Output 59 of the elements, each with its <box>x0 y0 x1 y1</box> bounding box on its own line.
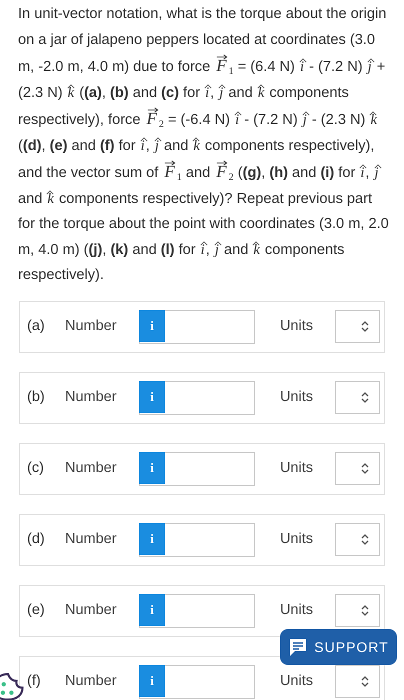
hat-icon <box>46 190 54 194</box>
updown-icon <box>361 463 369 474</box>
part-label: (b) <box>27 388 46 407</box>
part-label: (f) <box>27 672 42 691</box>
info-button[interactable]: i <box>139 380 165 412</box>
hat-icon <box>256 84 265 88</box>
info-button[interactable]: i <box>139 664 165 696</box>
units-dropdown[interactable] <box>335 594 380 627</box>
part-label: (a) <box>27 316 46 336</box>
cookie-icon[interactable] <box>0 672 25 700</box>
updown-icon <box>361 605 369 616</box>
units-dropdown[interactable] <box>335 665 380 698</box>
info-button[interactable]: i <box>139 452 165 484</box>
number-field[interactable]: i <box>139 452 255 486</box>
field-label: Number <box>65 458 118 478</box>
units-label: Units <box>280 316 313 336</box>
units-dropdown[interactable] <box>335 452 380 485</box>
updown-icon <box>361 392 369 403</box>
units-label: Units <box>280 458 313 478</box>
info-button[interactable]: i <box>139 522 165 554</box>
support-button[interactable]: SUPPORT <box>280 629 397 665</box>
number-field[interactable]: i <box>139 522 255 556</box>
vector-arrow-icon <box>216 54 228 60</box>
vector-arrow-icon <box>146 107 159 113</box>
number-field[interactable]: i <box>139 664 255 698</box>
number-field[interactable]: i <box>139 594 255 628</box>
part-label: (e) <box>27 600 46 620</box>
hat-icon <box>302 111 310 116</box>
updown-icon <box>361 321 369 332</box>
info-button[interactable]: i <box>139 310 165 342</box>
units-dropdown[interactable] <box>335 381 380 414</box>
units-label: Units <box>280 530 313 549</box>
field-label: Number <box>65 530 118 549</box>
info-button[interactable]: i <box>139 594 165 626</box>
field-label: Number <box>65 672 118 691</box>
number-field[interactable]: i <box>139 380 255 414</box>
hat-icon <box>298 58 307 63</box>
part-label: (c) <box>27 458 45 478</box>
hat-icon <box>252 240 260 246</box>
field-label: Number <box>65 316 118 336</box>
units-dropdown[interactable] <box>335 310 380 343</box>
chat-icon <box>288 637 308 657</box>
units-label: Units <box>280 388 313 407</box>
units-label: Units <box>280 600 313 620</box>
vector-arrow-icon <box>164 160 176 166</box>
field-label: Number <box>65 600 118 620</box>
units-label: Units <box>280 672 313 691</box>
question-text: In unit-vector notation, what is the torque about the origin on a jar of jalapeno peppers located at coordinates (3.0 m, -2.0 m, 4.0 m) due to force F$_{1}$ = (6.4 N) i - (7.2 N) j + (2.3 N) k ((a), (b) and (c) for i, j and k components respectively), force F$_{2}$ = (-6.4 N) i - (7.2 N) j - (2.3 N) k ((d), (e) and (f) for i, j and k components respectively), and the vector sum of F$_{1}$ and F$_{2}$ ((g), (h) and (i) for i, j and k components respectively)? Repeat previous part for the torque about the point with coordinates (3.0 m, 2.0 m, 4.0 m) ((j), (k) and (l) for i, j and k components respectively). <box>18 5 390 285</box>
hat-icon <box>234 111 242 116</box>
updown-icon <box>361 534 369 545</box>
updown-icon <box>361 676 369 687</box>
field-label: Number <box>65 388 118 407</box>
hat-icon <box>192 136 200 142</box>
hat-icon <box>366 58 375 63</box>
part-label: (d) <box>27 530 46 549</box>
number-field[interactable]: i <box>139 310 255 344</box>
units-dropdown[interactable] <box>335 523 380 556</box>
vector-arrow-icon <box>216 160 228 166</box>
hat-icon <box>66 84 75 88</box>
